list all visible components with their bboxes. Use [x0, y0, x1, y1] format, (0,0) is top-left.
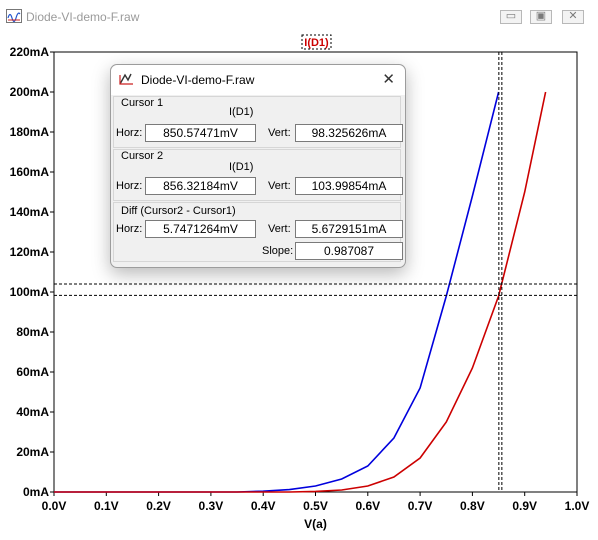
- diff-vert-field[interactable]: 5.6729151mA: [295, 220, 403, 238]
- y-tick-label: 220mA: [10, 45, 50, 59]
- x-tick-label: 0.7V: [408, 499, 433, 513]
- x-tick-label: 0.5V: [303, 499, 328, 513]
- cursor1-label: Cursor 1: [121, 97, 164, 109]
- ltspice-logo-icon: [119, 73, 133, 85]
- minimize-button[interactable]: ▭: [500, 10, 522, 24]
- cursor2-trace: I(D1): [229, 161, 254, 173]
- maximize-icon: ▣: [535, 10, 547, 22]
- window-titlebar[interactable]: Diode-VI-demo-F.raw ▭ ▣ ✕: [0, 0, 598, 34]
- x-tick-label: 1.0V: [565, 499, 590, 513]
- cursor1-vert-field[interactable]: 98.325626mA: [295, 124, 403, 142]
- diff-label: Diff (Cursor2 - Cursor1): [121, 205, 236, 217]
- cursor1-trace: I(D1): [229, 106, 254, 118]
- cursor2-vert-label: Vert:: [268, 180, 291, 192]
- x-tick-label: 0.8V: [460, 499, 485, 513]
- dialog-title: Diode-VI-demo-F.raw: [141, 73, 255, 87]
- close-icon: ✕: [568, 10, 578, 22]
- y-tick-label: 200mA: [10, 85, 50, 99]
- waveform-app-icon: [6, 9, 22, 23]
- cursor1-section: Cursor 1 I(D1) Horz: 850.57471mV Vert: 9…: [113, 96, 403, 148]
- y-tick-label: 0mA: [23, 485, 49, 499]
- y-tick-label: 120mA: [10, 245, 50, 259]
- y-tick-label: 60mA: [16, 365, 49, 379]
- slope-label: Slope:: [262, 245, 294, 257]
- y-axis: 0mA 20mA 40mA 60mA 80mA 100mA 120mA 140mA 160mA 1…: [10, 45, 54, 499]
- dialog-close-icon[interactable]: ✕: [382, 70, 395, 88]
- cursor2-label: Cursor 2: [121, 150, 164, 162]
- slope-field[interactable]: 0.987087: [295, 242, 403, 260]
- diff-horz-label: Horz:: [116, 223, 143, 235]
- cursor2-vert-field[interactable]: 103.99854mA: [295, 177, 403, 195]
- trace-label[interactable]: I(D1): [301, 34, 332, 50]
- y-tick-label: 160mA: [10, 165, 50, 179]
- y-tick-label: 40mA: [16, 405, 49, 419]
- window-title: Diode-VI-demo-F.raw: [26, 10, 140, 24]
- x-tick-label: 0.9V: [512, 499, 537, 513]
- y-tick-label: 20mA: [16, 445, 49, 459]
- cursor1-horz-label: Horz:: [116, 127, 143, 139]
- diff-vert-label: Vert:: [268, 223, 291, 235]
- cursor1-vert-label: Vert:: [268, 127, 291, 139]
- y-tick-label: 100mA: [10, 285, 50, 299]
- x-tick-label: 0.2V: [146, 499, 171, 513]
- x-tick-label: 0.1V: [94, 499, 119, 513]
- y-tick-label: 140mA: [10, 205, 50, 219]
- y-tick-label: 80mA: [16, 325, 49, 339]
- close-button[interactable]: ✕: [562, 10, 584, 24]
- x-tick-label: 0.0V: [42, 499, 67, 513]
- diff-section: Diff (Cursor2 - Cursor1) Horz: 5.7471264…: [113, 202, 403, 262]
- cursor2-horz-label: Horz:: [116, 180, 143, 192]
- maximize-button[interactable]: ▣: [530, 10, 552, 24]
- dialog-header[interactable]: Diode-VI-demo-F.raw ✕: [111, 65, 405, 95]
- y-tick-label: 180mA: [10, 125, 50, 139]
- cursor2-horz-field[interactable]: 856.32184mV: [145, 177, 256, 195]
- cursor1-horz-field[interactable]: 850.57471mV: [145, 124, 256, 142]
- x-tick-label: 0.3V: [199, 499, 224, 513]
- cursor-dialog[interactable]: Diode-VI-demo-F.raw ✕ Cursor 1 I(D1) Hor…: [110, 64, 406, 268]
- cursor2-section: Cursor 2 I(D1) Horz: 856.32184mV Vert: 1…: [113, 149, 403, 201]
- trace-label-text: I(D1): [304, 37, 329, 49]
- x-axis-label: V(a): [304, 517, 327, 531]
- diff-horz-field[interactable]: 5.7471264mV: [145, 220, 256, 238]
- x-axis: 0.0V 0.1V 0.2V 0.3V 0.4V 0.5V 0.6V 0.7V 0.8V 0.9V…: [42, 492, 590, 513]
- x-tick-label: 0.6V: [355, 499, 380, 513]
- minimize-icon: ▭: [505, 10, 517, 22]
- x-tick-label: 0.4V: [251, 499, 276, 513]
